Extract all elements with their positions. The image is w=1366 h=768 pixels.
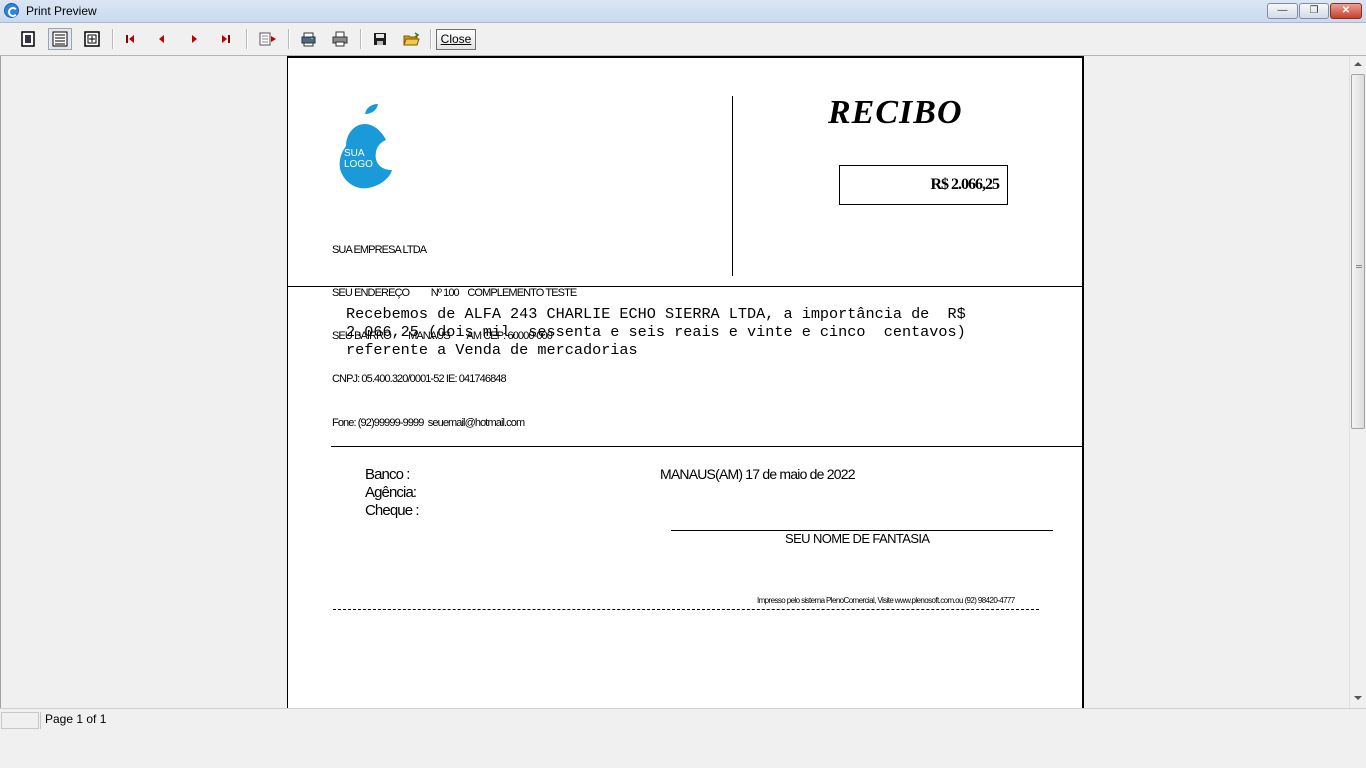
signature-name: SEU NOME DE FANTASIA [785,531,930,546]
maximize-button[interactable]: ❐ [1299,3,1329,19]
close-button[interactable]: Close [436,29,476,50]
one-page-icon[interactable] [16,28,40,50]
title-bar: Print Preview — ❐ ✕ [0,0,1366,23]
receipt-page: SUA LOGO SUA EMPRESA LTDA SEU ENDEREÇO N… [287,56,1084,708]
open-folder-icon[interactable] [400,28,424,50]
scroll-down-icon[interactable] [1354,696,1362,700]
toolbar: Close [0,23,1366,56]
body-line: referente a Venda de mercadorias [346,341,638,360]
full-page-icon[interactable] [80,28,104,50]
logo-text-line2: LOGO [344,159,373,170]
preview-area[interactable]: SUA LOGO SUA EMPRESA LTDA SEU ENDEREÇO N… [0,56,1349,708]
vertical-scrollbar[interactable] [1349,56,1366,708]
bank-label: Banco : [365,466,410,483]
save-icon[interactable] [368,28,392,50]
bank-info: Banco : Agência: Cheque : [365,466,420,520]
next-page-icon[interactable] [182,28,206,50]
last-page-icon[interactable] [214,28,238,50]
print-icon[interactable] [328,28,352,50]
printed-by-note: Impresso pelo sistema PlenoComercial, Vi… [757,596,1015,605]
company-address: SEU ENDEREÇO Nº 100 COMPLEMENTO TESTE [332,287,577,300]
body-line: 2.066,25 (dois mil, sessenta e seis reai… [346,323,966,342]
window-title: Print Preview [26,4,97,18]
body-separator [331,446,1083,447]
first-page-icon[interactable] [118,28,142,50]
company-name: SUA EMPRESA LTDA [332,243,427,256]
receipt-body: Recebemos de ALFA 243 CHARLIE ECHO SIERR… [346,305,1046,360]
status-panel [1,712,39,729]
scroll-up-icon[interactable] [1354,62,1362,66]
status-bar: Page 1 of 1 [0,708,1366,730]
receipt-title: RECIBO [828,94,963,131]
header-separator [288,286,1083,287]
agency-label: Agência: [365,484,417,501]
company-contact: Fone: (92)99999-9999 seuemail@hotmail.co… [332,416,525,429]
logo-text-line1: SUA [344,148,365,159]
amount-box: R$ 2.066,25 [839,165,1008,205]
check-label: Cheque : [365,502,420,519]
minimize-button[interactable]: — [1267,3,1298,19]
scrollbar-thumb[interactable] [1351,74,1365,429]
place-date: MANAUS(AM) 17 de maio de 2022 [660,466,855,482]
body-line: Recebemos de ALFA 243 CHARLIE ECHO SIERR… [346,305,966,323]
app-icon [4,3,19,18]
company-cnpj: CNPJ: 05.400.320/0001-52 IE: 041746848 [332,373,507,386]
printer-setup-icon[interactable] [296,28,320,50]
cut-line [333,609,1039,610]
go-to-page-icon[interactable] [256,28,280,50]
close-window-button[interactable]: ✕ [1330,3,1362,19]
page-info: Page 1 of 1 [40,712,1365,729]
page-width-icon[interactable] [48,28,72,50]
company-logo [339,104,392,189]
previous-page-icon[interactable] [150,28,174,50]
header-divider [732,96,733,276]
